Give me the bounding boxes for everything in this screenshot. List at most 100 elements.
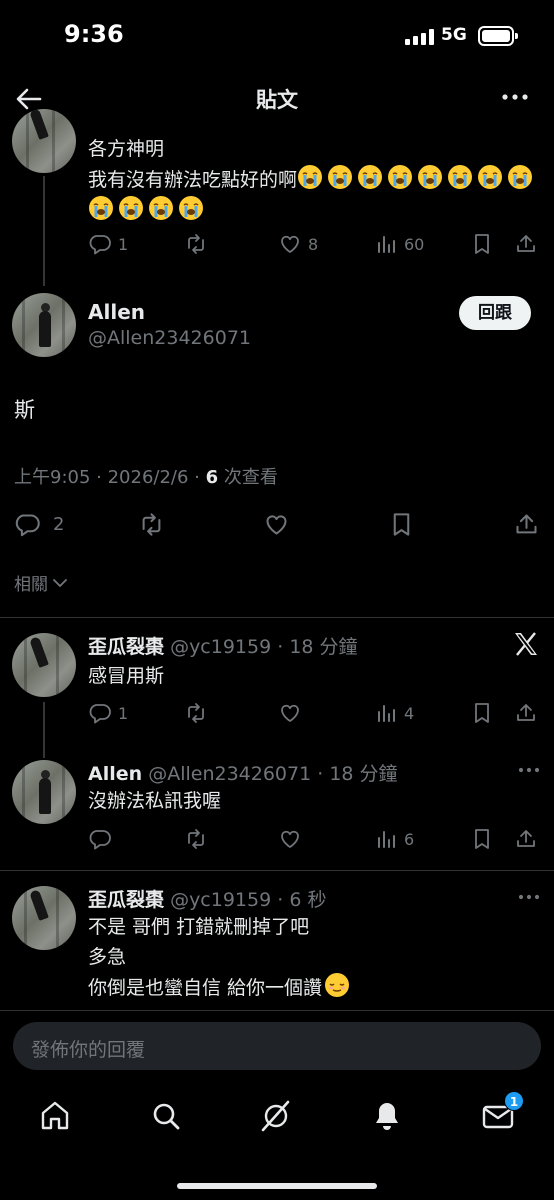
reply-icon (88, 701, 112, 725)
views-button[interactable]: 4 (374, 699, 414, 727)
reply-header: 歪瓜裂棗 @yc19159 · 6 秒 (88, 885, 326, 912)
bookmark-button[interactable] (470, 230, 494, 258)
views-icon (374, 232, 398, 256)
share-button[interactable] (513, 510, 540, 538)
nav-search[interactable] (148, 1098, 184, 1134)
reply-icon (88, 827, 112, 851)
bookmark-icon (470, 701, 494, 725)
nav-grok[interactable] (258, 1098, 294, 1134)
avatar[interactable] (12, 633, 76, 697)
avatar[interactable] (12, 109, 76, 173)
follow-back-button[interactable]: 回跟 (459, 296, 531, 330)
retweet-icon (184, 232, 208, 256)
search-icon (153, 1103, 180, 1130)
author-meta: @Allen23426071 · 18 分鐘 (148, 763, 398, 785)
share-button[interactable] (514, 230, 538, 258)
author-name[interactable]: 歪瓜裂棗 (88, 636, 164, 658)
crying-emoji-icon (417, 164, 443, 190)
share-icon (514, 701, 538, 725)
network-type: 5G (441, 25, 467, 45)
avatar[interactable] (12, 886, 76, 950)
home-icon (41, 1101, 69, 1130)
bookmark-icon (470, 232, 494, 256)
reply-button[interactable] (88, 825, 112, 853)
more-options-icon[interactable] (517, 893, 541, 901)
author-handle[interactable]: @Allen23426071 (88, 327, 251, 349)
reply-icon (88, 232, 112, 256)
views-icon (374, 701, 398, 725)
messages-badge: 1 (504, 1091, 524, 1111)
tweet-timestamp: 上午9:05 · 2026/2/6 · 6 次查看 (14, 463, 278, 489)
retweet-button[interactable] (138, 510, 165, 538)
reply-button[interactable]: 1 (88, 699, 128, 727)
nav-home[interactable] (37, 1098, 73, 1134)
like-button[interactable]: 8 (278, 230, 318, 258)
related-label: 相關 (14, 575, 48, 595)
crying-emoji-icon (507, 164, 533, 190)
header: 貼文 (0, 74, 554, 126)
share-icon (513, 511, 540, 538)
like-button[interactable] (278, 699, 302, 727)
like-icon (263, 511, 290, 538)
chevron-down-icon (53, 578, 67, 587)
like-button[interactable] (263, 510, 290, 538)
status-time: 9:36 (64, 20, 124, 48)
timestamp-text: 上午9:05 · 2026/2/6 · (14, 467, 206, 488)
reply-button[interactable]: 1 (88, 230, 128, 258)
like-button[interactable] (278, 825, 302, 853)
author-name[interactable]: Allen (88, 300, 145, 324)
tweet-text: 沒辦法私訊我喔 (88, 790, 222, 812)
reply-input[interactable]: 發佈你的回覆 (13, 1022, 541, 1070)
retweet-icon (184, 701, 208, 725)
related-toggle[interactable]: 相關 (14, 570, 69, 595)
crying-emoji-icon (148, 195, 174, 221)
author-name[interactable]: 歪瓜裂棗 (88, 889, 164, 911)
avatar[interactable] (12, 760, 76, 824)
battery-icon (478, 26, 518, 46)
views-button[interactable]: 6 (374, 825, 414, 853)
views-number: 6 (205, 467, 219, 488)
tweet-actions: 1 8 60 (88, 230, 538, 258)
author-name[interactable]: Allen (88, 763, 142, 785)
bookmark-button[interactable] (470, 825, 494, 853)
tweet-text: 你倒是也蠻自信 給你一個讚 (88, 977, 323, 999)
bookmark-icon (388, 511, 415, 538)
grok-icon (261, 1100, 290, 1132)
retweet-button[interactable] (184, 230, 208, 258)
tweet-text: 斯 (14, 398, 35, 422)
crying-emoji-icon (297, 164, 323, 190)
thread-line (43, 702, 45, 758)
share-button[interactable] (514, 825, 538, 853)
more-options-icon[interactable] (500, 92, 530, 102)
avatar[interactable] (12, 293, 76, 357)
like-count: 8 (308, 234, 319, 254)
bookmark-button[interactable] (470, 699, 494, 727)
nav-messages[interactable]: 1 (480, 1091, 524, 1134)
reply-button[interactable]: 2 (14, 510, 64, 538)
retweet-icon (184, 827, 208, 851)
retweet-icon (138, 511, 165, 538)
retweet-button[interactable] (184, 825, 208, 853)
bookmark-button[interactable] (388, 510, 415, 538)
retweet-button[interactable] (184, 699, 208, 727)
more-options-icon[interactable] (517, 766, 541, 774)
nav-notifications[interactable] (369, 1098, 405, 1134)
like-icon (278, 827, 302, 851)
view-count: 60 (404, 234, 425, 254)
views-icon (374, 827, 398, 851)
reply-count: 2 (53, 513, 65, 535)
crying-emoji-icon (327, 164, 353, 190)
bell-icon (376, 1103, 398, 1130)
reply-count: 1 (118, 703, 129, 723)
like-icon (278, 701, 302, 725)
tweet-text-line: 多急 (88, 946, 127, 968)
crying-emoji-icon (118, 195, 144, 221)
reply-icon (14, 511, 41, 538)
signal-icon (405, 29, 435, 45)
views-button[interactable]: 60 (374, 230, 424, 258)
share-button[interactable] (514, 699, 538, 727)
divider (0, 870, 554, 871)
view-count: 6 (404, 829, 415, 849)
crying-emoji-icon (447, 164, 473, 190)
reply-count: 1 (118, 234, 129, 254)
